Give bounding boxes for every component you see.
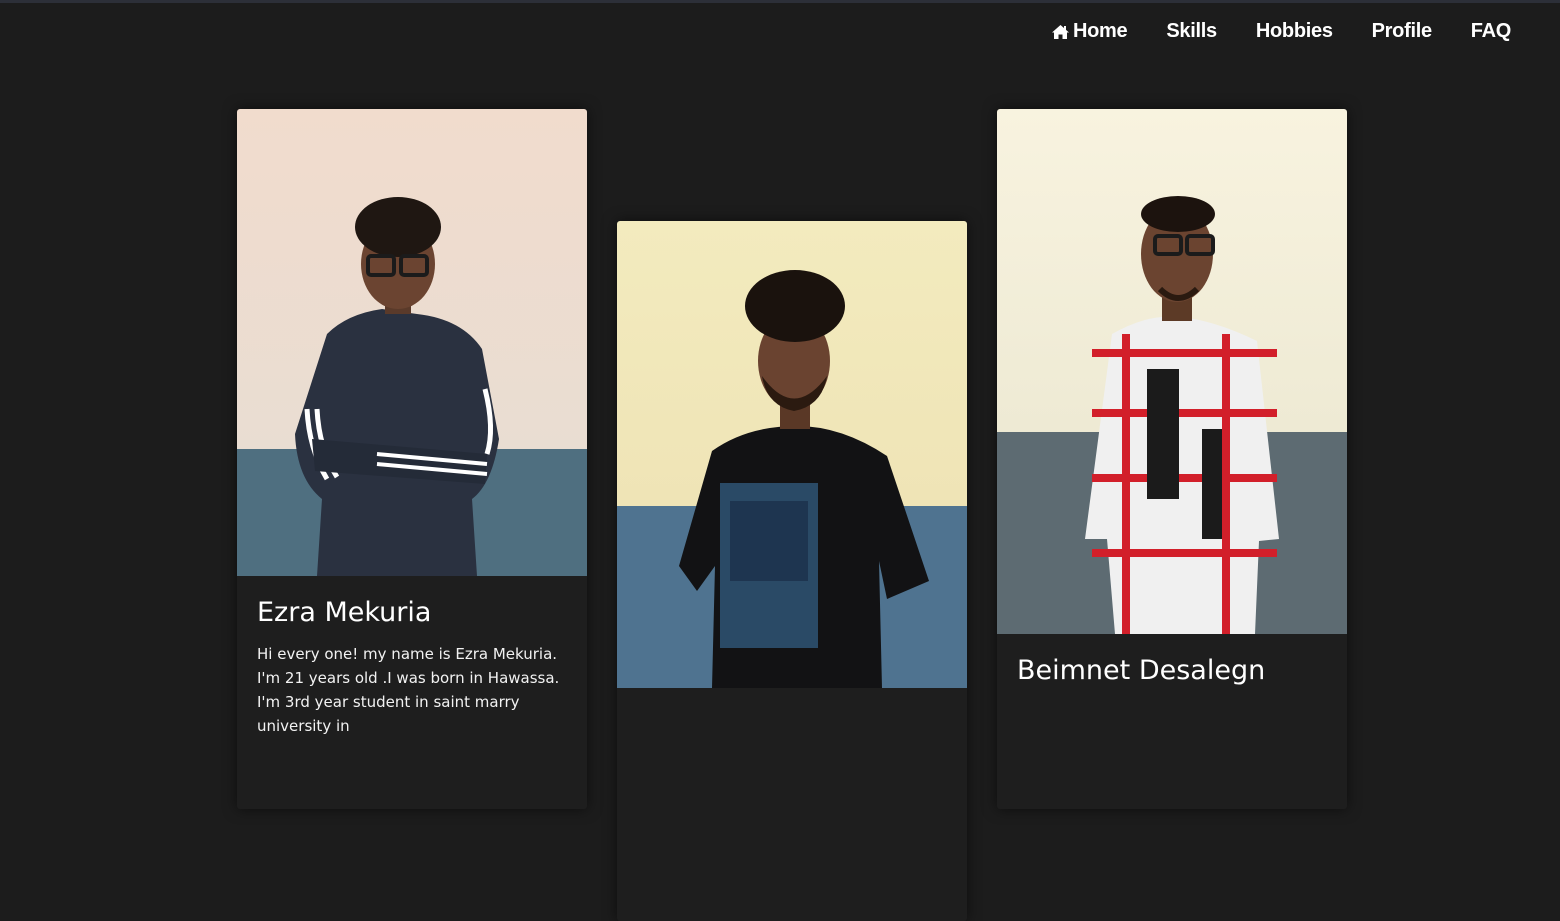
nav-home-label: Home (1073, 20, 1128, 42)
nav-profile[interactable]: Profile (1372, 20, 1432, 43)
nav-home[interactable]: Home (1051, 20, 1128, 43)
card-bio: Hi every one! my name is Ezra Mekuria. I… (257, 645, 560, 735)
nav-faq[interactable]: FAQ (1470, 20, 1512, 43)
card-name: Ezra Mekuria (257, 597, 432, 628)
nav-profile-label: Profile (1371, 20, 1432, 42)
profile-photo-ezra (237, 109, 587, 576)
profile-photo-beimnet (997, 109, 1347, 634)
profile-card-ezra: Ezra Mekuria Hi every one! my name is Ez… (237, 109, 587, 809)
nav-hobbies[interactable]: Hobbies (1256, 20, 1333, 43)
main-nav: Home Skills Hobbies Profile FAQ (1051, 20, 1511, 43)
nav-hobbies-label: Hobbies (1255, 20, 1333, 42)
home-icon (1052, 24, 1069, 39)
nav-faq-label: FAQ (1470, 20, 1512, 42)
profile-photo-second (617, 221, 967, 688)
nav-skills-label: Skills (1166, 20, 1217, 42)
nav-skills[interactable]: Skills (1166, 20, 1217, 43)
card-name: Beimnet Desalegn (1017, 655, 1266, 686)
profile-card-beimnet: Beimnet Desalegn (997, 109, 1347, 809)
top-border (0, 0, 1560, 3)
profile-card-second (617, 221, 967, 921)
